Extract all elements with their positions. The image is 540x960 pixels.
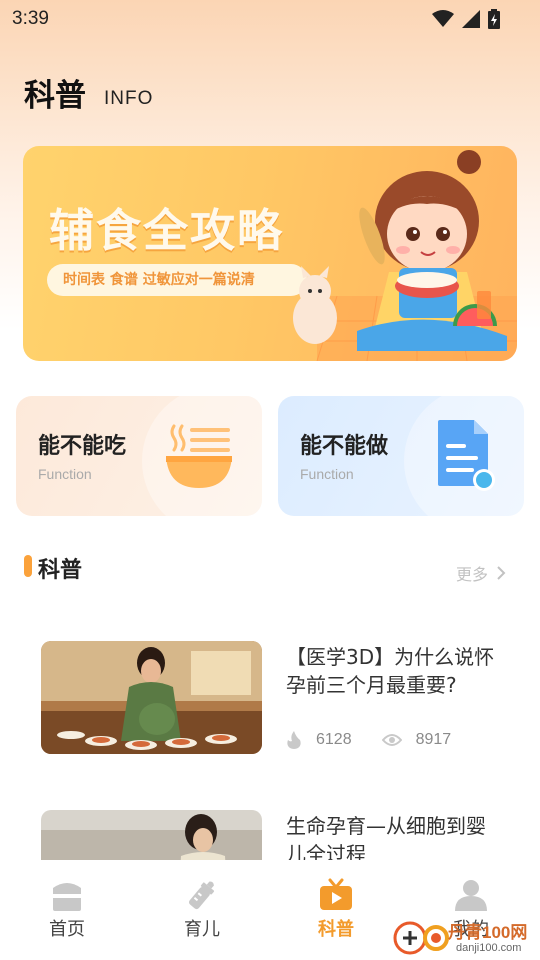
battery-charging-icon	[488, 9, 500, 29]
more-label: 更多	[456, 565, 489, 584]
card-subtitle: Function	[300, 466, 354, 482]
views-count: 8917	[415, 731, 452, 748]
page-title: 科普	[24, 78, 86, 114]
tab-home[interactable]: 首页	[27, 878, 107, 941]
tab-science[interactable]: 科普	[296, 878, 376, 941]
flame-icon	[287, 731, 301, 749]
document-icon	[438, 420, 495, 491]
watermark-logo	[393, 921, 449, 955]
status-time: 3:39	[12, 8, 49, 29]
banner-title: 辅食全攻略	[49, 204, 285, 257]
card-can-eat[interactable]: 能不能吃 Function	[16, 396, 262, 516]
views-stat: 8917	[381, 731, 452, 749]
home-icon	[53, 883, 81, 911]
article-thumbnail	[41, 641, 262, 754]
noodle-bowl-icon	[166, 424, 232, 488]
girl-eating-illustration	[293, 150, 517, 361]
banner-tagline: 时间表 食谱 过敏应对一篇说清	[47, 264, 307, 296]
likes-stat: 6128	[286, 731, 352, 749]
more-link[interactable]: 更多	[456, 561, 506, 585]
chevron-right-icon	[497, 566, 506, 580]
tab-label: 育儿	[184, 919, 220, 940]
tab-parenting[interactable]: 育儿	[162, 878, 242, 941]
tv-icon	[320, 878, 352, 910]
likes-count: 6128	[316, 731, 352, 748]
status-bar: 3:39	[0, 0, 540, 38]
eye-icon	[381, 734, 402, 746]
article-thumbnail	[41, 810, 262, 860]
watermark: 丹青100网 danji100.com	[392, 912, 540, 960]
article-item[interactable]: 【医学3D】为什么说怀孕前三个月最重要? 6128 8917	[41, 641, 501, 761]
baby-bottle-icon	[188, 881, 215, 910]
card-can-do[interactable]: 能不能做 Function	[278, 396, 524, 516]
card-title: 能不能做	[300, 434, 389, 459]
article-title: 生命孕育—从细胞到婴儿全过程	[286, 814, 486, 860]
watermark-text: 丹青100网	[448, 923, 528, 942]
section-accent-bar	[24, 555, 32, 577]
article-stats: 6128 8917	[286, 731, 451, 749]
article-title: 【医学3D】为什么说怀孕前三个月最重要?	[286, 645, 495, 697]
status-icons	[432, 9, 500, 29]
card-title: 能不能吃	[38, 434, 127, 459]
card-subtitle: Function	[38, 466, 92, 482]
tab-label: 首页	[49, 919, 85, 940]
page-subtitle: INFO	[104, 88, 154, 109]
section-title: 科普	[38, 558, 83, 583]
watermark-domain: danji100.com	[456, 942, 522, 954]
tab-label: 科普	[318, 919, 354, 940]
wifi-icon	[432, 10, 454, 27]
signal-icon	[462, 10, 480, 28]
promo-banner[interactable]: 辅食全攻略 时间表 食谱 过敏应对一篇说清	[23, 146, 517, 361]
user-icon	[455, 880, 487, 911]
article-item[interactable]: 生命孕育—从细胞到婴儿全过程	[41, 810, 501, 860]
